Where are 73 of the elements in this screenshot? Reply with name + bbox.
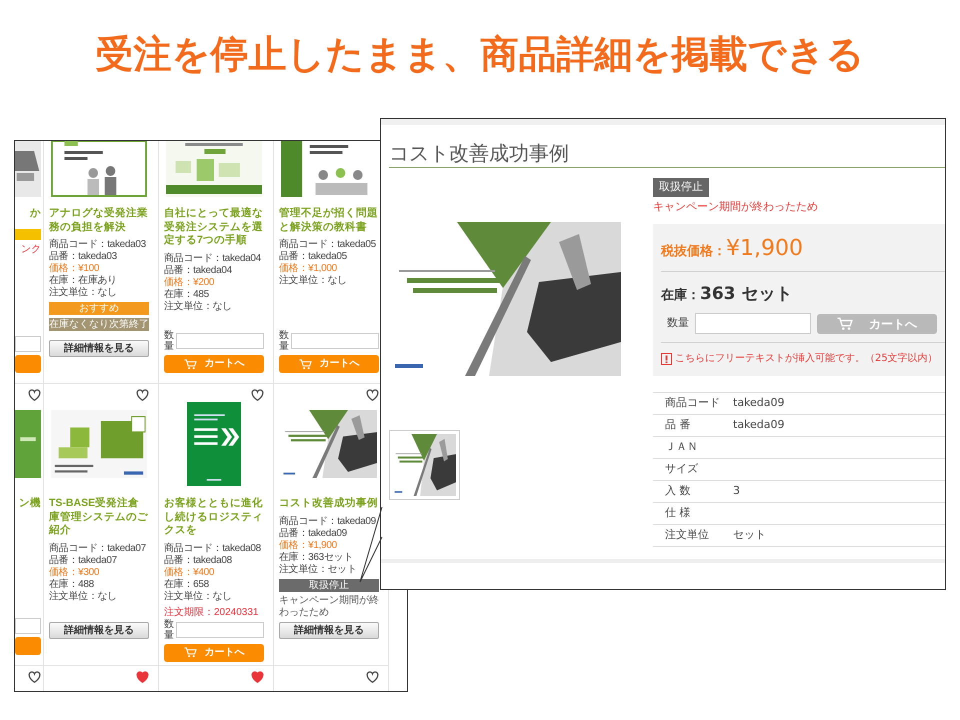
- product-title[interactable]: ン機: [19, 497, 41, 511]
- product-info-text: 品番：takeda09: [279, 528, 348, 540]
- price-label: 税抜価格：: [661, 242, 726, 260]
- product-title[interactable]: か: [30, 207, 41, 221]
- product-info-text: 注文単位：なし: [49, 287, 118, 300]
- spec-label: 注文単位: [664, 527, 710, 544]
- page-title: コスト改善成功事例: [389, 141, 945, 168]
- note-text: ンク: [21, 244, 41, 256]
- detail-button[interactable]: 詳細情報を見る: [49, 340, 149, 357]
- note-text: キャンペーン期間が終わったため: [279, 594, 379, 619]
- price-text: 価格：¥1,000: [279, 263, 338, 274]
- product-info-text: 品番：takeda05: [279, 251, 348, 262]
- product-info-text: 商品コード：takeda09: [279, 516, 377, 528]
- status-label: 取扱停止: [279, 578, 379, 592]
- product-info-text: 在庫：485: [164, 288, 210, 300]
- price-text: 価格：¥300: [49, 566, 100, 578]
- product-info-text: 商品コード：takeda08: [164, 542, 262, 554]
- spec-value: 3: [733, 483, 740, 500]
- product-info-text: 商品コード：takeda07: [49, 542, 147, 554]
- product-info-text: 注文単位：なし: [164, 590, 233, 603]
- headline: 受注を停止したまま、商品詳細を掲載できる: [94, 32, 866, 78]
- product-title[interactable]: TS-BASE受発注倉庫管理システムのご紹介: [49, 497, 149, 538]
- status-label: おすすめ: [49, 302, 149, 316]
- product-info-text: 注文単位：なし: [49, 590, 118, 603]
- note-text: 注文期限：20240331: [164, 606, 260, 619]
- status-label: 取扱停止: [653, 178, 709, 196]
- spec-value: セット: [733, 527, 766, 544]
- product-info-text: 品番：takeda08: [164, 554, 233, 566]
- spec-value: takeda09: [733, 417, 785, 434]
- product-title[interactable]: アナログな受発注業務の負担を解決: [49, 207, 149, 234]
- product-info-text: 在庫：363セット: [279, 552, 354, 564]
- free-text: こちらにフリーテキストが挿入可能です。（25文字以内）: [675, 352, 938, 366]
- product-title[interactable]: お客様とともに進化し続けるロジスティクスを: [164, 497, 264, 538]
- spec-label: 仕 様: [664, 505, 692, 522]
- spec-label: 入 数: [664, 483, 692, 500]
- status-label: 在庫なくなり次第終了: [49, 318, 149, 332]
- quantity-label: 数量: [279, 330, 289, 352]
- product-info-text: 品番：takeda03: [49, 251, 118, 262]
- price-text: 価格：¥100: [49, 263, 100, 274]
- detail-button[interactable]: 詳細情報を見る: [49, 622, 149, 639]
- stock-value: 363 セット: [700, 282, 792, 306]
- product-info-text: 商品コード：takeda03: [49, 239, 147, 250]
- cart-button[interactable]: カートへ: [164, 644, 264, 662]
- spec-value: takeda09: [733, 395, 785, 412]
- spec-label: ＪＡＮ: [664, 439, 699, 456]
- quantity-label: 数量: [164, 618, 174, 641]
- quantity-label: 数量: [667, 315, 689, 332]
- product-info-text: 注文単位：セット: [279, 564, 358, 576]
- price-value: ¥1,900: [726, 234, 803, 262]
- status-reason: キャンペーン期間が終わったため: [653, 199, 819, 215]
- product-title[interactable]: コスト改善成功事例: [279, 497, 379, 511]
- product-info-text: 在庫：488: [49, 578, 95, 590]
- product-title[interactable]: 管理不足が招く問題と解決策の教科書: [279, 207, 379, 234]
- cart-button[interactable]: カートへ: [164, 355, 264, 373]
- product-info-text: 品番：takeda04: [164, 264, 233, 276]
- product-info-text: 商品コード：takeda04: [164, 252, 262, 264]
- spec-label: 品 番: [664, 417, 692, 434]
- price-text: 価格：¥200: [164, 276, 216, 288]
- spec-label: 商品コード: [664, 395, 721, 412]
- quantity-label: 数量: [164, 330, 174, 352]
- product-info-text: 注文単位：なし: [164, 300, 233, 313]
- product-info-text: 在庫：在庫あり: [49, 275, 118, 286]
- product-info-text: 品番：takeda07: [49, 554, 118, 566]
- product-info-text: 注文単位：なし: [279, 275, 348, 288]
- price-text: 価格：¥1,900: [279, 540, 338, 552]
- stock-label: 在庫：: [661, 286, 700, 304]
- product-title[interactable]: 自社にとって最適な受発注システムを選定する7つの手順: [164, 207, 264, 248]
- product-info-text: 在庫：658: [164, 578, 210, 590]
- spec-label: サイズ: [664, 461, 699, 478]
- detail-button[interactable]: 詳細情報を見る: [279, 622, 379, 639]
- cart-button[interactable]: カートへ: [279, 355, 379, 373]
- price-text: 価格：¥400: [164, 566, 216, 578]
- product-info-text: 商品コード：takeda05: [279, 239, 377, 250]
